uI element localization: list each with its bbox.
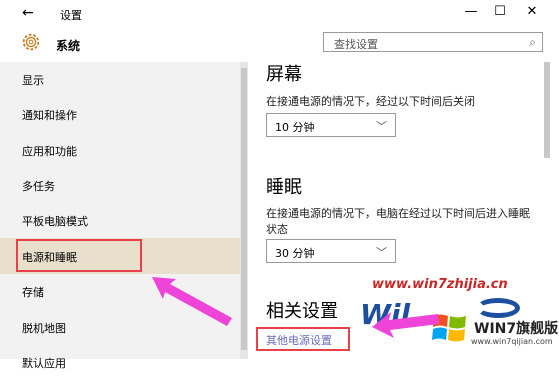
watermark-logo-text: Wil <box>360 298 411 331</box>
sidebar-item-label: 平板电脑模式 <box>22 215 88 228</box>
sidebar-item-label: 通知和操作 <box>22 109 77 122</box>
screen-heading: 屏幕 <box>266 64 302 85</box>
section-title: 系统 <box>56 39 81 53</box>
sidebar-item-label: 脱机地图 <box>22 322 66 335</box>
sidebar-item-label: 多任务 <box>22 180 55 193</box>
screen-timeout-dropdown[interactable]: 10 分钟 ﹀ <box>266 113 396 137</box>
header: 系统 查找设置 ⌕ <box>0 28 559 62</box>
sidebar-scrollbar-thumb[interactable] <box>241 68 247 350</box>
watermark-url: www.win7zhijia.cn <box>372 277 508 292</box>
sleep-timeout-dropdown[interactable]: 30 分钟 ﹀ <box>266 239 396 263</box>
search-placeholder: 查找设置 <box>334 38 378 51</box>
sidebar-item-label: 默认应用 <box>22 357 66 370</box>
sidebar-item-apps[interactable]: 应用和功能 <box>0 133 240 167</box>
maximize-icon[interactable]: ☐ <box>488 4 512 19</box>
other-power-settings-link[interactable]: 其他电源设置 <box>266 332 332 348</box>
back-arrow-icon[interactable]: ← <box>22 5 34 21</box>
related-settings-heading: 相关设置 <box>266 301 338 322</box>
sidebar-item-tablet-mode[interactable]: 平板电脑模式 <box>0 203 240 237</box>
watermark-swoosh <box>476 298 520 318</box>
title-bar: ← 设置 — ☐ ✕ <box>0 0 559 28</box>
sidebar-item-default-apps[interactable]: 默认应用 <box>0 345 240 379</box>
minimize-icon[interactable]: — <box>459 4 483 19</box>
sidebar: 显示 通知和操作 应用和功能 多任务 平板电脑模式 电源和睡眠 存储 脱机地图 … <box>0 62 240 370</box>
screen-timeout-value: 10 分钟 <box>275 121 315 134</box>
sidebar-item-multitasking[interactable]: 多任务 <box>0 168 240 202</box>
chevron-down-icon: ﹀ <box>376 246 387 259</box>
close-icon[interactable]: ✕ <box>520 4 544 19</box>
gear-icon <box>22 33 40 51</box>
search-icon[interactable]: ⌕ <box>529 35 536 50</box>
watermark-site: www.win7qijian.com <box>471 337 553 346</box>
sidebar-item-notifications[interactable]: 通知和操作 <box>0 97 240 131</box>
sleep-heading: 睡眠 <box>266 177 302 198</box>
sidebar-item-offline-maps[interactable]: 脱机地图 <box>0 310 240 344</box>
sleep-timeout-value: 30 分钟 <box>275 247 315 260</box>
screen-description: 在接通电源的情况下，经过以下时间后关闭 <box>266 95 475 108</box>
main-scrollbar-thumb[interactable] <box>544 62 550 158</box>
sidebar-item-storage[interactable]: 存储 <box>0 274 240 308</box>
sidebar-item-label: 显示 <box>22 74 44 87</box>
watermark-brand: WIN7旗舰版 <box>474 321 559 337</box>
sleep-description: 在接通电源的情况下，电脑在经过以下时间后进入睡眠状态 <box>266 207 530 236</box>
chevron-down-icon: ﹀ <box>376 120 387 133</box>
sidebar-item-label: 应用和功能 <box>22 145 77 158</box>
search-input[interactable]: 查找设置 ⌕ <box>323 32 543 52</box>
app-title: 设置 <box>60 9 82 22</box>
windows-logo-icon <box>432 314 466 342</box>
sidebar-item-label: 存储 <box>22 286 44 299</box>
sidebar-item-display[interactable]: 显示 <box>0 62 240 96</box>
highlight-box-power-sleep <box>16 239 142 272</box>
